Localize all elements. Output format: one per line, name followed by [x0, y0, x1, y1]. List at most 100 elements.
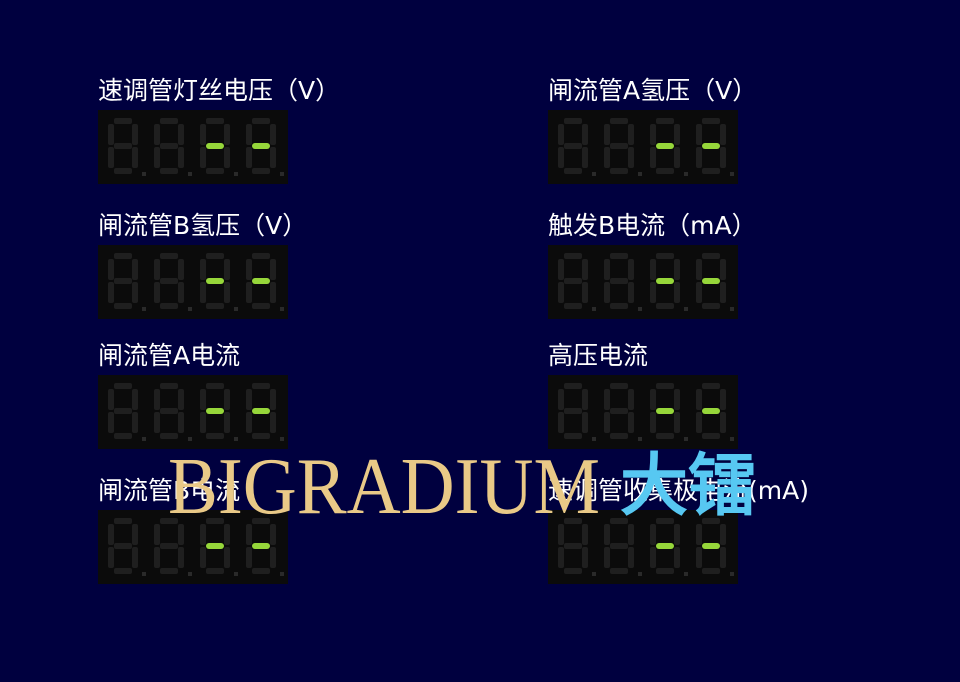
decimal-point — [142, 572, 146, 576]
segment-c — [628, 412, 634, 433]
segment-d — [160, 168, 178, 174]
segment-f — [154, 389, 160, 410]
segment-a — [564, 118, 582, 124]
segment-f — [650, 389, 656, 410]
meter-klystron-collector-current: 速调管收集极电流(mA) — [548, 476, 838, 584]
seven-segment-svg — [108, 518, 284, 576]
digit-3 — [650, 518, 688, 576]
segment-f — [200, 259, 206, 280]
seven-segment-svg — [558, 253, 734, 311]
segment-e — [246, 282, 252, 303]
segment-g-lit — [206, 408, 224, 414]
meter-trigger-b-current: 触发B电流（mA） — [548, 211, 838, 319]
segment-f — [246, 124, 252, 145]
segment-b — [628, 524, 634, 545]
segment-e — [200, 547, 206, 568]
segment-g — [160, 543, 178, 549]
decimal-point — [234, 307, 238, 311]
segment-e — [108, 547, 114, 568]
segment-f — [696, 259, 702, 280]
segment-a — [252, 118, 270, 124]
seven-segment-svg — [558, 518, 734, 576]
segment-a — [160, 118, 178, 124]
decimal-point — [592, 572, 596, 576]
segment-g — [564, 278, 582, 284]
segment-g-lit — [656, 143, 674, 149]
segment-f — [108, 124, 114, 145]
segment-d — [702, 303, 720, 309]
digit-1 — [558, 518, 596, 576]
segment-g — [610, 143, 628, 149]
segment-f — [558, 389, 564, 410]
segment-d — [114, 433, 132, 439]
segment-c — [628, 547, 634, 568]
decimal-point — [280, 172, 284, 176]
segment-e — [154, 147, 160, 168]
segment-f — [200, 389, 206, 410]
segment-c — [582, 147, 588, 168]
segment-e — [108, 412, 114, 433]
meter-thyratron-b-current: 闸流管B电流 — [98, 476, 388, 584]
decimal-point — [188, 307, 192, 311]
segment-f — [200, 524, 206, 545]
segment-d — [610, 168, 628, 174]
segment-e — [200, 147, 206, 168]
segment-b — [582, 124, 588, 145]
segment-a — [160, 518, 178, 524]
segment-d — [252, 168, 270, 174]
segment-a — [160, 383, 178, 389]
segment-f — [108, 389, 114, 410]
seven-segment-display — [98, 375, 288, 449]
segment-b — [224, 389, 230, 410]
segment-g-lit — [206, 143, 224, 149]
segment-d — [160, 568, 178, 574]
segment-c — [132, 412, 138, 433]
segment-a — [252, 253, 270, 259]
meter-label: 闸流管A电流 — [98, 341, 241, 370]
segment-a — [114, 518, 132, 524]
segment-b — [270, 524, 276, 545]
decimal-point — [142, 307, 146, 311]
segment-f — [650, 524, 656, 545]
segment-g — [610, 278, 628, 284]
segment-b — [582, 389, 588, 410]
segment-e — [604, 282, 610, 303]
digit-3 — [200, 383, 238, 441]
segment-e — [200, 282, 206, 303]
segment-f — [696, 124, 702, 145]
segment-e — [558, 547, 564, 568]
segment-e — [696, 412, 702, 433]
seven-segment-svg — [558, 383, 734, 441]
segment-f — [154, 124, 160, 145]
meter-label: 速调管收集极电流(mA) — [548, 476, 809, 505]
segment-g — [114, 143, 132, 149]
segment-e — [650, 412, 656, 433]
segment-a — [160, 253, 178, 259]
segment-c — [674, 147, 680, 168]
segment-a — [206, 383, 224, 389]
segment-g-lit — [656, 278, 674, 284]
decimal-point — [234, 172, 238, 176]
segment-d — [114, 168, 132, 174]
segment-g-lit — [252, 143, 270, 149]
segment-a — [702, 383, 720, 389]
segment-b — [582, 259, 588, 280]
segment-f — [154, 524, 160, 545]
digit-3 — [200, 118, 238, 176]
segment-a — [564, 253, 582, 259]
decimal-point — [188, 437, 192, 441]
digit-4 — [246, 518, 284, 576]
segment-g-lit — [702, 278, 720, 284]
segment-e — [696, 547, 702, 568]
digit-1 — [108, 518, 146, 576]
segment-d — [252, 303, 270, 309]
seven-segment-display — [98, 110, 288, 184]
digit-3 — [650, 253, 688, 311]
segment-a — [656, 253, 674, 259]
digit-3 — [650, 118, 688, 176]
segment-f — [154, 259, 160, 280]
segment-d — [656, 433, 674, 439]
segment-c — [270, 412, 276, 433]
segment-f — [558, 259, 564, 280]
decimal-point — [142, 437, 146, 441]
